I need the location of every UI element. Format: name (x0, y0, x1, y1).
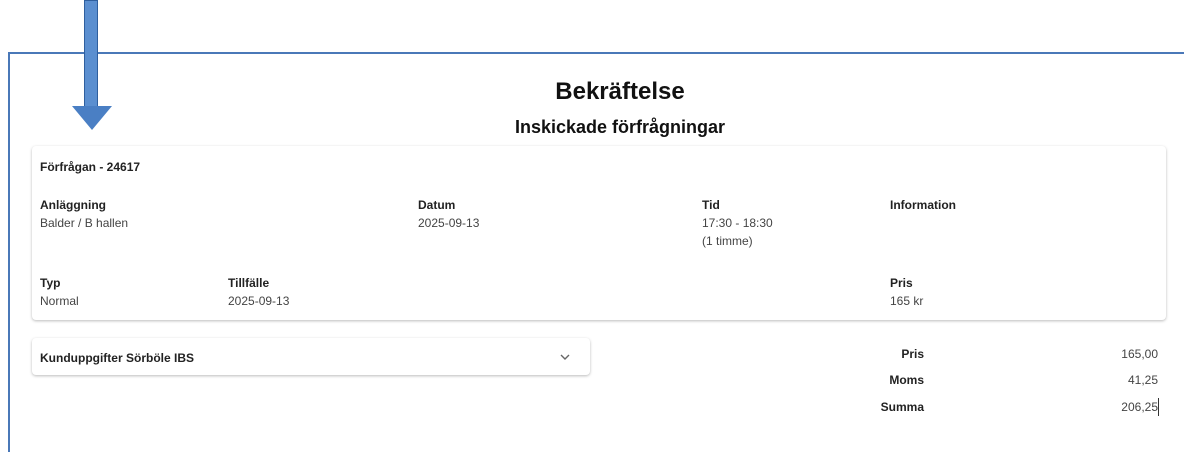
time-value: 17:30 - 18:30 (702, 216, 773, 230)
summary-total-value: 206,25 (1121, 400, 1158, 414)
type-label: Typ (40, 276, 61, 290)
customer-heading[interactable]: Kunduppgifter Sörböle IBS (40, 351, 194, 365)
date-value: 2025-09-13 (418, 216, 480, 230)
information-label: Information (890, 198, 956, 212)
summary-vat-value: 41,25 (1127, 373, 1158, 387)
annotation-arrow-icon (70, 0, 114, 132)
summary-price-label: Pris (901, 347, 924, 361)
facility-value: Balder / B hallen (40, 216, 129, 230)
summary-total-label: Summa (880, 400, 924, 414)
chevron-down-icon[interactable] (558, 350, 572, 364)
request-heading: Förfrågan - 24617 (40, 160, 141, 174)
time-label: Tid (702, 198, 720, 212)
customer-details-accordion[interactable]: Kunduppgifter Sörböle IBS (32, 338, 590, 375)
occasion-label: Tillfälle (228, 276, 270, 290)
occasion-value: 2025-09-13 (228, 294, 290, 308)
summary-vat-label: Moms (889, 373, 924, 387)
type-value: Normal (40, 294, 79, 308)
frame-left-border (8, 52, 10, 452)
facility-label: Anläggning (40, 198, 106, 212)
page-title: Bekräftelse (555, 78, 685, 105)
page-subtitle: Inskickade förfrågningar (514, 117, 726, 137)
request-card: Förfrågan - 24617 Anläggning Balder / B … (32, 146, 1166, 320)
frame-top-border (8, 52, 1184, 54)
text-cursor (1158, 398, 1159, 416)
price-label: Pris (890, 276, 913, 290)
summary-price-value: 165,00 (1121, 347, 1158, 361)
price-value: 165 kr (890, 294, 924, 308)
duration-value: (1 timme) (702, 234, 753, 248)
date-label: Datum (418, 198, 456, 212)
